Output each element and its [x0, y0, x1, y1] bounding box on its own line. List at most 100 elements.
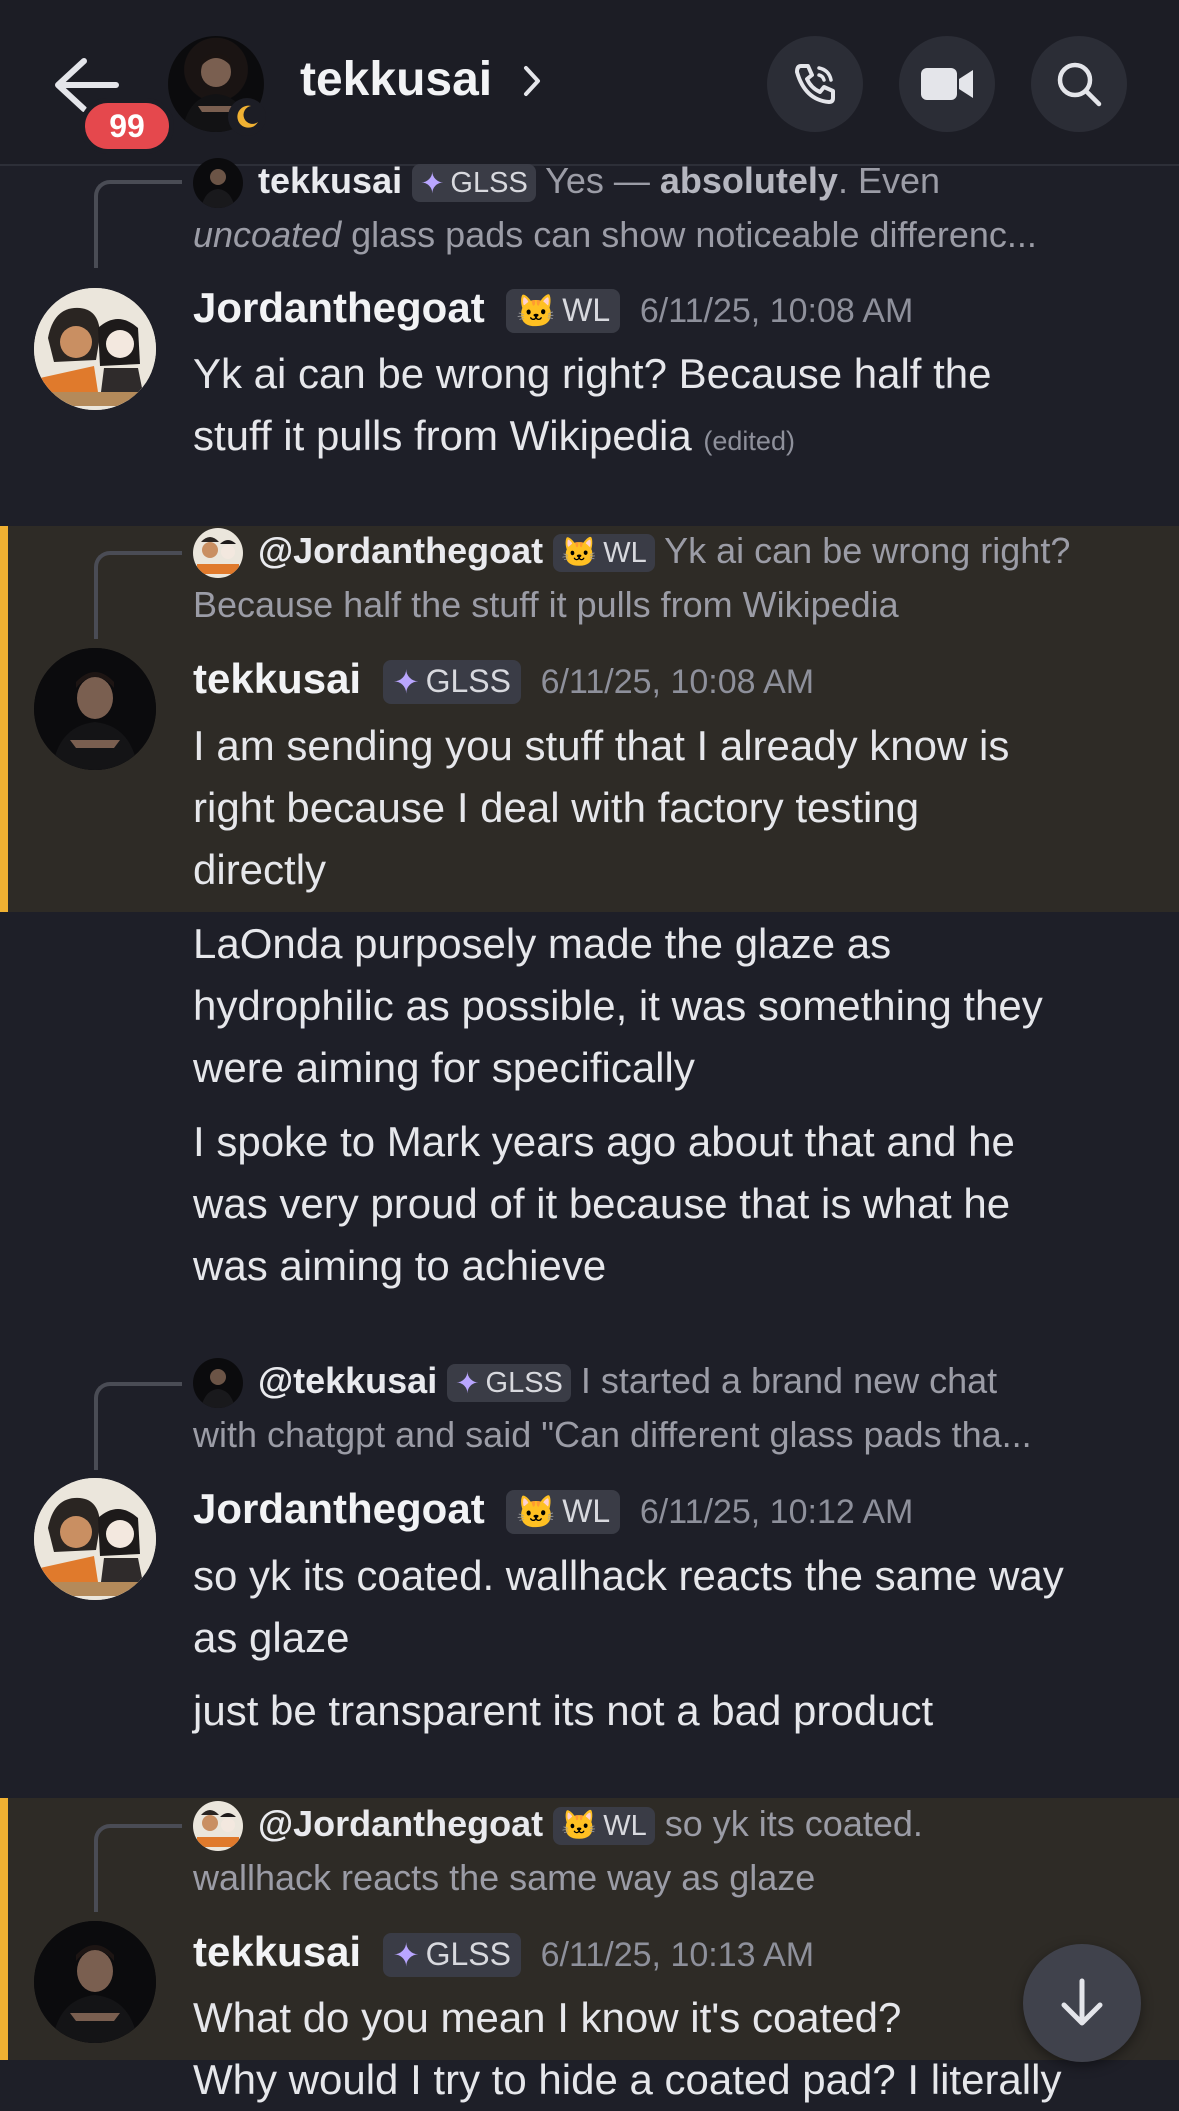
reply-text: so yk its coated.	[664, 1803, 923, 1844]
cat-icon: 🐱	[516, 292, 557, 329]
avatar[interactable]	[34, 1921, 156, 2043]
search-icon	[1057, 62, 1102, 107]
reply-preview-line2[interactable]: Because half the stuff it pulls from Wik…	[193, 584, 899, 626]
role-tag-label: WL	[603, 1809, 647, 1842]
message-line: I am sending you stuff that I already kn…	[193, 722, 1010, 769]
message-header: Jordanthegoat 🐱 WL 6/11/25, 10:08 AM	[193, 284, 913, 333]
cat-icon: 🐱	[516, 1493, 557, 1530]
chevron-right-icon[interactable]	[520, 62, 544, 100]
reply-avatar	[193, 528, 243, 578]
edited-label: (edited)	[703, 426, 795, 456]
reply-text-italic: uncoated	[193, 214, 342, 255]
role-tag-label: WL	[562, 292, 611, 329]
role-tag: ✦ GLSS	[382, 1932, 521, 1977]
reply-preview-line2[interactable]: with chatgpt and said "Can different gla…	[193, 1414, 1032, 1456]
message-line: was aiming to achieve	[193, 1242, 607, 1289]
search-button[interactable]	[1031, 36, 1127, 132]
reply-author: @Jordanthegoat	[258, 530, 544, 571]
author-name[interactable]: tekkusai	[193, 655, 361, 702]
avatar[interactable]	[34, 648, 156, 770]
timestamp: 6/11/25, 10:08 AM	[540, 663, 815, 701]
reply-text: Yk ai can be wrong right?	[664, 530, 1071, 571]
cat-icon: 🐱	[561, 537, 598, 570]
avatar-image	[34, 1478, 156, 1600]
role-tag: 🐱 WL	[553, 534, 655, 573]
sparkle-icon: ✦	[392, 1936, 420, 1973]
reply-text: Yes —	[545, 160, 660, 201]
role-tag-label: WL	[603, 536, 647, 569]
role-tag-label: GLSS	[425, 1936, 511, 1973]
reply-preview[interactable]: @Jordanthegoat 🐱 WL so yk its coated.	[258, 1803, 923, 1846]
mention-bar	[0, 1798, 8, 2060]
status-idle-icon	[228, 98, 266, 136]
reply-preview[interactable]: @tekkusai ✦ GLSS I started a brand new ch…	[258, 1360, 998, 1403]
role-tag-label: GLSS	[485, 1366, 563, 1399]
avatar-image	[34, 648, 156, 770]
avatar[interactable]	[34, 1478, 156, 1600]
reply-preview[interactable]: tekkusai ✦ GLSS Yes — absolutely. Even	[258, 160, 941, 203]
chat-header: 99 tekkusai	[0, 0, 1179, 166]
jump-to-latest-button[interactable]	[1023, 1944, 1141, 2062]
message-header: Jordanthegoat 🐱 WL 6/11/25, 10:12 AM	[193, 1485, 913, 1534]
role-tag: 🐱 WL	[506, 288, 621, 333]
message-line: so yk its coated. wallhack reacts the sa…	[193, 1552, 1064, 1599]
avatar-image	[34, 288, 156, 410]
call-button[interactable]	[767, 36, 863, 132]
reply-text: . Even	[837, 160, 941, 201]
message-line: was very proud of it because that is wha…	[193, 1180, 1011, 1227]
message-body: so yk its coated. wallhack reacts the sa…	[193, 1545, 1064, 1669]
reply-connector	[94, 551, 182, 639]
role-tag: ✦ GLSS	[382, 659, 521, 704]
message-line: Why would I try to hide a coated pad? I …	[193, 2056, 1062, 2103]
timestamp: 6/11/25, 10:08 AM	[639, 292, 914, 330]
reply-preview-line2[interactable]: uncoated glass pads can show noticeable …	[193, 214, 1037, 256]
message-body: just be transparent its not a bad produc…	[193, 1680, 933, 1742]
reply-text: I started a brand new chat	[580, 1360, 998, 1401]
message-body: I spoke to Mark years ago about that and…	[193, 1111, 1015, 1297]
phone-icon	[795, 64, 835, 104]
message-line: Yk ai can be wrong right? Because half t…	[193, 350, 992, 397]
role-tag-label: WL	[562, 1493, 611, 1530]
reply-connector	[94, 180, 182, 268]
reply-author: @Jordanthegoat	[258, 1803, 544, 1844]
reply-avatar	[193, 1358, 243, 1408]
sparkle-icon: ✦	[455, 1367, 480, 1400]
sparkle-icon: ✦	[392, 663, 420, 700]
reply-connector	[94, 1382, 182, 1470]
channel-title[interactable]: tekkusai	[300, 52, 492, 107]
role-tag-label: GLSS	[450, 166, 528, 199]
message-line: were aiming for specifically	[193, 1044, 695, 1091]
reply-preview[interactable]: @Jordanthegoat 🐱 WL Yk ai can be wrong ri…	[258, 530, 1071, 573]
role-tag-label: GLSS	[425, 663, 511, 700]
message-line: just be transparent its not a bad produc…	[193, 1687, 934, 1734]
role-tag: ✦ GLSS	[447, 1364, 571, 1403]
message-line: LaOnda purposely made the glaze as	[193, 920, 892, 967]
message-body: I am sending you stuff that I already kn…	[193, 715, 1009, 901]
reply-connector	[94, 1824, 182, 1912]
message-body: Yk ai can be wrong right? Because half t…	[193, 343, 992, 472]
avatar-image	[34, 1921, 156, 2043]
role-tag: ✦ GLSS	[412, 164, 536, 203]
message-body: What do you mean I know it's coated? Why…	[193, 1987, 1061, 2111]
timestamp: 6/11/25, 10:13 AM	[540, 1936, 815, 1974]
video-call-button[interactable]	[899, 36, 995, 132]
reply-preview-line2[interactable]: wallhack reacts the same way as glaze	[193, 1857, 815, 1899]
message-header: tekkusai ✦ GLSS 6/11/25, 10:08 AM	[193, 655, 814, 704]
arrow-down-icon	[1061, 1978, 1103, 2026]
reply-avatar	[193, 158, 243, 208]
message-line: I spoke to Mark years ago about that and…	[193, 1118, 1015, 1165]
author-name[interactable]: Jordanthegoat	[193, 284, 485, 331]
role-tag: 🐱 WL	[553, 1807, 655, 1846]
message-line: What do you mean I know it's coated?	[193, 1994, 902, 2041]
role-tag: 🐱 WL	[506, 1489, 621, 1534]
cat-icon: 🐱	[561, 1810, 598, 1843]
timestamp: 6/11/25, 10:12 AM	[639, 1493, 914, 1531]
author-name[interactable]: tekkusai	[193, 1928, 361, 1975]
message-line-with-edited: stuff it pulls from Wikipedia (edited)	[193, 405, 992, 472]
message-line: directly	[193, 846, 327, 893]
avatar[interactable]	[34, 288, 156, 410]
message-line: as glaze	[193, 1614, 350, 1661]
reply-avatar	[193, 1801, 243, 1851]
message-line: right because I deal with factory testin…	[193, 784, 920, 831]
author-name[interactable]: Jordanthegoat	[193, 1485, 485, 1532]
